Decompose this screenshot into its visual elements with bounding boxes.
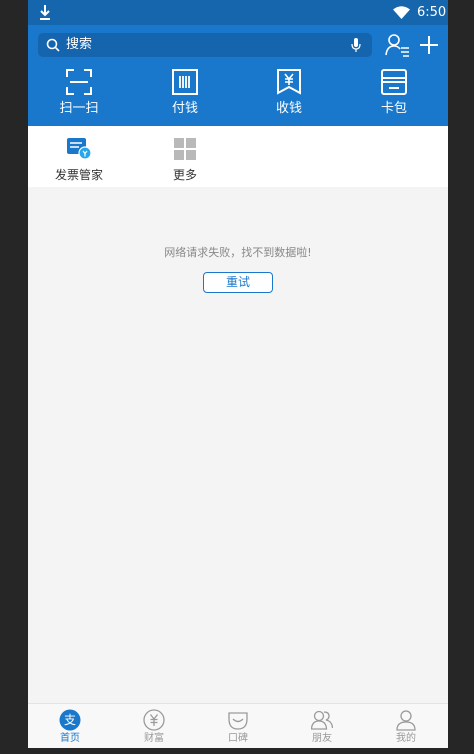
yuan-coin-icon [143, 709, 165, 731]
quick-action-label: 收钱 [275, 101, 302, 116]
scan-icon [66, 69, 92, 95]
tab-wealth[interactable]: 财富 [124, 704, 184, 749]
quick-action-label: 付钱 [171, 101, 198, 116]
plus-icon[interactable] [418, 34, 440, 56]
app-grid: 发票管家 更多 [28, 126, 448, 187]
tab-label: 我的 [396, 733, 416, 744]
barcode-icon [172, 69, 198, 95]
yuan-receipt-icon [277, 69, 301, 95]
app-label: 发票管家 [54, 168, 103, 182]
search-bar[interactable]: 搜索 [38, 33, 372, 57]
tab-label: 首页 [60, 733, 80, 744]
invoice-icon [67, 138, 91, 160]
tab-koubei[interactable]: 口碑 [208, 704, 268, 749]
tab-label: 口碑 [228, 733, 248, 744]
app-invoice-manager[interactable]: 发票管家 [39, 134, 119, 184]
quick-action-pay[interactable]: 付钱 [145, 69, 225, 121]
retry-button[interactable]: 重试 [203, 272, 273, 293]
quick-action-scan[interactable]: 扫一扫 [39, 69, 119, 121]
tab-friends[interactable]: 朋友 [292, 704, 352, 749]
svg-text:支: 支 [64, 713, 76, 727]
koubei-icon [228, 712, 248, 730]
header: 搜索 扫一扫 付钱 收钱 卡包 [28, 25, 448, 126]
grid-icon [174, 138, 196, 160]
tab-home[interactable]: 支 首页 [40, 704, 100, 749]
tab-profile[interactable]: 我的 [376, 704, 436, 749]
status-bar: 6:50 [28, 0, 448, 25]
quick-action-label: 扫一扫 [59, 101, 99, 116]
quick-action-cards[interactable]: 卡包 [354, 69, 434, 121]
bottom-tab-bar: 支 首页 财富 口碑 朋友 我的 [28, 703, 448, 748]
mic-icon[interactable] [351, 38, 361, 52]
profile-icon [396, 710, 416, 731]
status-time: 6:50 [417, 5, 447, 20]
contacts-icon[interactable] [385, 33, 411, 57]
download-icon [40, 5, 50, 20]
wifi-icon [393, 6, 410, 19]
home-alipay-icon: 支 [59, 709, 81, 731]
search-icon [46, 38, 60, 52]
app-label: 更多 [172, 168, 197, 182]
friends-icon [311, 710, 333, 730]
error-message: 网络请求失败，找不到数据啦! [164, 246, 312, 259]
app-more[interactable]: 更多 [145, 134, 225, 184]
card-wallet-icon [381, 69, 407, 95]
quick-action-label: 卡包 [380, 101, 407, 116]
phone-screen: 6:50 搜索 扫一扫 付钱 收钱 卡包 发票管家 更多 网络请求失败，找不到数… [28, 0, 448, 754]
search-placeholder: 搜索 [66, 37, 93, 52]
bottom-strip [28, 748, 448, 754]
quick-action-receive[interactable]: 收钱 [249, 69, 329, 121]
tab-label: 朋友 [312, 733, 332, 744]
tab-label: 财富 [144, 733, 164, 744]
